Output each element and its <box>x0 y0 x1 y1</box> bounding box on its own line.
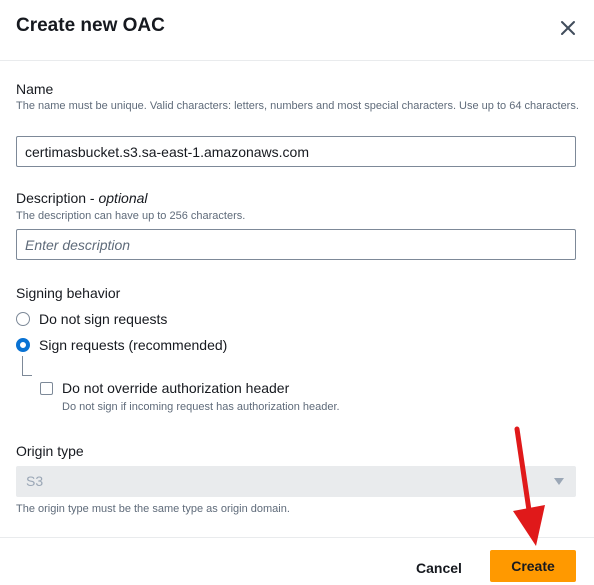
override-auth-header-checkbox[interactable] <box>40 381 53 395</box>
description-label-text: Description <box>16 190 87 206</box>
radio-label-do-not-sign: Do not sign requests <box>39 311 168 327</box>
name-input[interactable] <box>16 136 576 167</box>
nested-option-connector <box>22 356 32 376</box>
caret-down-icon <box>554 478 564 485</box>
description-hint: The description can have up to 256 chara… <box>16 210 246 222</box>
origin-type-value: S3 <box>26 473 44 489</box>
radio-do-not-sign[interactable]: Do not sign requests <box>16 309 167 329</box>
cancel-button[interactable]: Cancel <box>408 555 470 581</box>
origin-type-select: S3 <box>16 466 576 497</box>
radio-button-checked[interactable] <box>16 338 30 352</box>
description-label-separator: - <box>86 190 99 206</box>
radio-label-sign-requests: Sign requests (recommended) <box>39 337 228 353</box>
radio-button-unchecked[interactable] <box>16 312 30 326</box>
radio-sign-requests[interactable]: Sign requests (recommended) <box>16 335 227 355</box>
override-auth-header-label: Do not override authorization header <box>62 380 290 396</box>
name-hint: The name must be unique. Valid character… <box>16 100 579 112</box>
description-label: Description - optional <box>16 190 148 206</box>
signing-behavior-label: Signing behavior <box>16 285 121 301</box>
override-auth-header-checkbox-row[interactable]: Do not override authorization header <box>40 379 289 397</box>
dialog-header: Create new OAC <box>0 0 594 61</box>
origin-type-hint: The origin type must be the same type as… <box>16 503 290 515</box>
description-optional-tag: optional <box>98 190 148 206</box>
description-input[interactable] <box>16 229 576 260</box>
name-label: Name <box>16 81 54 97</box>
origin-type-label: Origin type <box>16 443 84 459</box>
override-auth-header-hint: Do not sign if incoming request has auth… <box>62 401 340 413</box>
create-button[interactable]: Create <box>490 550 576 582</box>
create-oac-dialog: Create new OAC Name The name must be uni… <box>0 0 594 585</box>
close-icon <box>561 21 575 35</box>
close-button[interactable] <box>556 16 580 40</box>
dialog-title: Create new OAC <box>16 15 165 36</box>
